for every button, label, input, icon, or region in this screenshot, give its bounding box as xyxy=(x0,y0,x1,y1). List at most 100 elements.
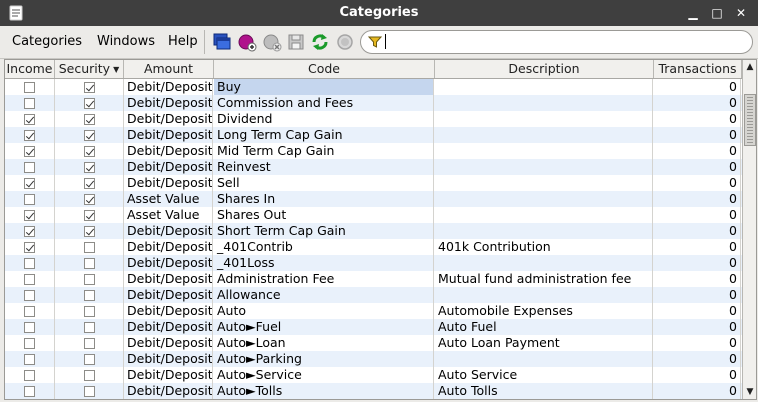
description-cell[interactable] xyxy=(435,351,653,367)
transactions-cell[interactable]: 0 xyxy=(654,127,741,143)
security-checkbox[interactable] xyxy=(83,354,95,365)
description-cell[interactable] xyxy=(435,207,653,223)
table-row[interactable]: Debit/Deposit Auto►Parking 0 xyxy=(5,351,742,367)
description-cell[interactable]: Auto Loan Payment xyxy=(435,335,653,351)
table-row[interactable]: Debit/Deposit Auto►Service Auto Service 0 xyxy=(5,367,742,383)
code-cell[interactable]: Buy xyxy=(214,79,434,95)
code-cell[interactable]: Allowance xyxy=(214,287,434,303)
transactions-cell[interactable]: 0 xyxy=(654,319,741,335)
table-row[interactable]: Debit/Deposit Sell 0 xyxy=(5,175,742,191)
transactions-cell[interactable]: 0 xyxy=(654,223,741,239)
income-checkbox[interactable] xyxy=(24,322,35,333)
transactions-cell[interactable]: 0 xyxy=(654,335,741,351)
security-checkbox[interactable] xyxy=(83,322,95,333)
amount-cell[interactable]: Debit/Deposit xyxy=(124,127,213,143)
amount-cell[interactable]: Debit/Deposit xyxy=(124,351,213,367)
transactions-cell[interactable]: 0 xyxy=(654,159,741,175)
transactions-cell[interactable]: 0 xyxy=(654,191,741,207)
description-cell[interactable]: Auto Service xyxy=(435,367,653,383)
security-checkbox[interactable] xyxy=(83,226,95,237)
table-row[interactable]: Debit/Deposit Short Term Cap Gain 0 xyxy=(5,223,742,239)
table-row[interactable]: Debit/Deposit Long Term Cap Gain 0 xyxy=(5,127,742,143)
income-checkbox[interactable] xyxy=(24,290,35,301)
security-checkbox[interactable] xyxy=(83,386,95,397)
amount-cell[interactable]: Asset Value xyxy=(124,191,213,207)
income-checkbox[interactable] xyxy=(24,82,35,93)
transactions-cell[interactable]: 0 xyxy=(654,351,741,367)
code-cell[interactable]: Reinvest xyxy=(214,159,434,175)
income-checkbox[interactable] xyxy=(24,194,35,205)
description-cell[interactable] xyxy=(435,175,653,191)
code-cell[interactable]: _401Loss xyxy=(214,255,434,271)
description-cell[interactable] xyxy=(435,143,653,159)
security-checkbox[interactable] xyxy=(83,114,95,125)
table-row[interactable]: Debit/Deposit Allowance 0 xyxy=(5,287,742,303)
menu-help[interactable]: Help xyxy=(168,34,198,49)
code-cell[interactable]: Shares In xyxy=(214,191,434,207)
code-cell[interactable]: Sell xyxy=(214,175,434,191)
amount-cell[interactable]: Debit/Deposit xyxy=(124,383,213,399)
transactions-cell[interactable]: 0 xyxy=(654,303,741,319)
income-checkbox[interactable] xyxy=(24,130,35,141)
description-cell[interactable] xyxy=(435,79,653,95)
income-checkbox[interactable] xyxy=(24,338,35,349)
column-header-code[interactable]: Code xyxy=(214,60,435,78)
security-checkbox[interactable] xyxy=(83,338,95,349)
description-cell[interactable]: Automobile Expenses xyxy=(435,303,653,319)
security-checkbox[interactable] xyxy=(83,194,95,205)
table-row[interactable]: Debit/Deposit Dividend 0 xyxy=(5,111,742,127)
close-icon[interactable]: ✕ xyxy=(733,5,749,21)
amount-cell[interactable]: Asset Value xyxy=(124,207,213,223)
transactions-cell[interactable]: 0 xyxy=(654,143,741,159)
security-checkbox[interactable] xyxy=(83,370,95,381)
menu-categories[interactable]: Categories xyxy=(12,34,82,49)
menu-windows[interactable]: Windows xyxy=(97,34,155,49)
amount-cell[interactable]: Debit/Deposit xyxy=(124,143,213,159)
code-cell[interactable]: _401Contrib xyxy=(214,239,434,255)
income-checkbox[interactable] xyxy=(24,178,35,189)
amount-cell[interactable]: Debit/Deposit xyxy=(124,335,213,351)
description-cell[interactable] xyxy=(435,287,653,303)
table-row[interactable]: Debit/Deposit Auto►Loan Auto Loan Payment 0 xyxy=(5,335,742,351)
amount-cell[interactable]: Debit/Deposit xyxy=(124,255,213,271)
security-checkbox[interactable] xyxy=(83,178,95,189)
amount-cell[interactable]: Debit/Deposit xyxy=(124,287,213,303)
description-cell[interactable] xyxy=(435,159,653,175)
vertical-scrollbar[interactable]: ▲ ▼ xyxy=(742,60,756,399)
table-row[interactable]: Debit/Deposit _401Loss 0 xyxy=(5,255,742,271)
transactions-cell[interactable]: 0 xyxy=(654,79,741,95)
transactions-cell[interactable]: 0 xyxy=(654,111,741,127)
security-checkbox[interactable] xyxy=(83,146,95,157)
code-cell[interactable]: Auto xyxy=(214,303,434,319)
code-cell[interactable]: Auto►Tolls xyxy=(214,383,434,399)
code-cell[interactable]: Auto►Fuel xyxy=(214,319,434,335)
security-checkbox[interactable] xyxy=(83,306,95,317)
new-window-icon[interactable] xyxy=(210,31,232,53)
code-cell[interactable]: Mid Term Cap Gain xyxy=(214,143,434,159)
code-cell[interactable]: Shares Out xyxy=(214,207,434,223)
income-checkbox[interactable] xyxy=(24,370,35,381)
refresh-icon[interactable] xyxy=(309,31,331,53)
income-checkbox[interactable] xyxy=(24,146,35,157)
transactions-cell[interactable]: 0 xyxy=(654,287,741,303)
transactions-cell[interactable]: 0 xyxy=(654,255,741,271)
income-checkbox[interactable] xyxy=(24,210,35,221)
income-checkbox[interactable] xyxy=(24,258,35,269)
amount-cell[interactable]: Debit/Deposit xyxy=(124,303,213,319)
amount-cell[interactable]: Debit/Deposit xyxy=(124,223,213,239)
code-cell[interactable]: Dividend xyxy=(214,111,434,127)
transactions-cell[interactable]: 0 xyxy=(654,271,741,287)
security-checkbox[interactable] xyxy=(83,98,95,109)
column-header-transactions[interactable]: Transactions xyxy=(654,60,742,78)
save-icon[interactable] xyxy=(285,31,307,53)
amount-cell[interactable]: Debit/Deposit xyxy=(124,159,213,175)
income-checkbox[interactable] xyxy=(24,226,35,237)
maximize-icon[interactable]: □ xyxy=(709,5,725,21)
amount-cell[interactable]: Debit/Deposit xyxy=(124,271,213,287)
table-row[interactable]: Debit/Deposit Commission and Fees 0 xyxy=(5,95,742,111)
income-checkbox[interactable] xyxy=(24,354,35,365)
description-cell[interactable] xyxy=(435,223,653,239)
security-checkbox[interactable] xyxy=(83,290,95,301)
code-cell[interactable]: Auto►Parking xyxy=(214,351,434,367)
scroll-up-icon[interactable]: ▲ xyxy=(743,60,756,74)
